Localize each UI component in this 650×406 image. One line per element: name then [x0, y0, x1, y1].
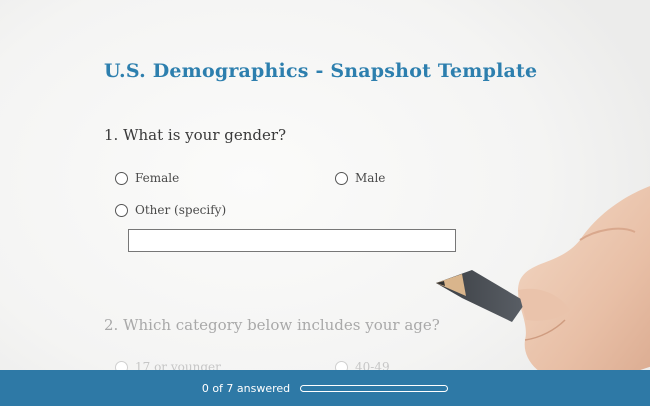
option-other-label: Other (specify): [135, 203, 227, 217]
radio-other[interactable]: [115, 203, 128, 217]
survey-title: U.S. Demographics - Snapshot Template: [104, 60, 538, 82]
hand-with-pencil-image: [436, 186, 650, 383]
progress-footer: 0 of 7 answered: [0, 370, 650, 406]
option-female[interactable]: Female: [115, 171, 179, 185]
question-2-label: 2. Which category below includes your ag…: [104, 316, 440, 334]
radio-female[interactable]: [115, 171, 128, 185]
progress-bar: [300, 384, 449, 392]
option-female-label: Female: [135, 171, 180, 185]
option-other[interactable]: Other (specify): [115, 203, 226, 217]
question-1-label: 1. What is your gender?: [104, 126, 287, 144]
option-male-label: Male: [355, 171, 386, 185]
other-specify-input[interactable]: [128, 229, 456, 252]
progress-text: 0 of 7 answered: [201, 381, 291, 395]
option-male[interactable]: Male: [335, 171, 385, 185]
radio-male[interactable]: [335, 171, 348, 185]
